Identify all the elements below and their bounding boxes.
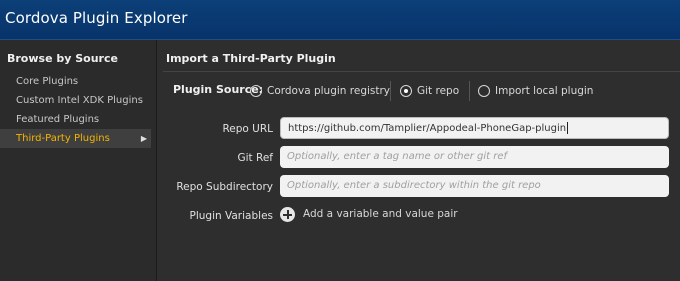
git-ref-input[interactable]: Optionally, enter a tag name or other gi…	[280, 146, 669, 168]
chevron-right-icon: ▶	[140, 134, 147, 143]
sidebar-item-featured-plugins[interactable]: Featured Plugins	[0, 110, 156, 129]
sidebar-item-label: Third-Party Plugins	[16, 133, 110, 144]
sidebar-heading: Browse by Source	[7, 52, 118, 65]
repo-subdirectory-input[interactable]: Optionally, enter a subdirectory within …	[280, 175, 669, 197]
repo-url-label: Repo URL	[222, 123, 273, 135]
divider	[469, 81, 470, 101]
title-bar: Cordova Plugin Explorer	[0, 0, 680, 40]
sidebar: Browse by Source Core Plugins Custom Int…	[0, 40, 157, 281]
window-title: Cordova Plugin Explorer	[5, 9, 188, 27]
repo-url-value: https://github.com/Tamplier/Appodeal-Pho…	[288, 123, 567, 134]
radio-git-repo[interactable]: Git repo	[400, 79, 459, 103]
radio-import-local-plugin[interactable]: Import local plugin	[478, 79, 593, 103]
git-ref-label: Git Ref	[237, 152, 274, 164]
page-title: Import a Third-Party Plugin	[166, 52, 336, 65]
sidebar-item-label: Custom Intel XDK Plugins	[16, 95, 143, 106]
sidebar-item-label: Featured Plugins	[16, 114, 100, 125]
main-panel: Import a Third-Party Plugin Plugin Sourc…	[157, 40, 680, 281]
sidebar-item-third-party-plugins[interactable]: Third-Party Plugins ▶	[0, 129, 151, 148]
radio-cordova-plugin-registry[interactable]: Cordova plugin registry	[250, 79, 390, 103]
add-variable-link[interactable]: Add a variable and value pair	[303, 208, 458, 220]
radio-label: Git repo	[417, 85, 460, 97]
radio-checked-icon	[400, 85, 412, 97]
text-caret	[567, 122, 569, 134]
sidebar-item-custom-intel-xdk-plugins[interactable]: Custom Intel XDK Plugins	[0, 91, 156, 110]
sidebar-item-core-plugins[interactable]: Core Plugins	[0, 72, 156, 91]
repo-subdirectory-label: Repo Subdirectory	[176, 181, 273, 193]
plus-circle-icon[interactable]	[280, 207, 295, 222]
divider	[390, 81, 391, 101]
repo-url-input[interactable]: https://github.com/Tamplier/Appodeal-Pho…	[280, 117, 669, 139]
divider	[163, 71, 680, 72]
radio-label: Cordova plugin registry	[267, 85, 391, 97]
plugin-variables-label: Plugin Variables	[189, 210, 273, 222]
sidebar-item-label: Core Plugins	[16, 76, 79, 87]
radio-unchecked-icon	[478, 85, 490, 97]
radio-unchecked-icon	[250, 85, 262, 97]
radio-label: Import local plugin	[495, 85, 594, 97]
